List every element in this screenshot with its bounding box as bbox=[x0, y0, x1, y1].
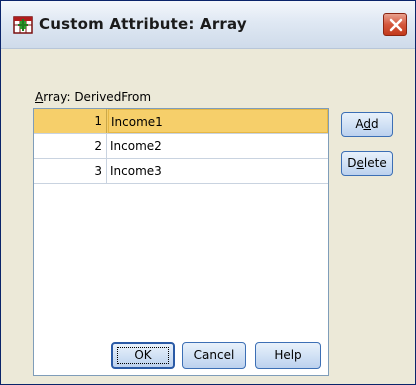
title-bar[interactable]: Custom Attribute: Array bbox=[1, 1, 415, 49]
ok-button[interactable]: OK bbox=[111, 342, 175, 369]
array-label-text: rray: DerivedFrom bbox=[43, 90, 152, 104]
spss-dialog-icon bbox=[13, 15, 33, 35]
list-row-2[interactable]: 2 Income2 bbox=[34, 134, 328, 159]
close-icon bbox=[389, 18, 403, 32]
window-title: Custom Attribute: Array bbox=[39, 15, 247, 33]
list-row-1[interactable]: 1 Income1 bbox=[34, 109, 328, 134]
focus-rectangle bbox=[117, 347, 169, 364]
delete-button[interactable]: Delete bbox=[341, 151, 393, 176]
row-value[interactable]: Income2 bbox=[108, 134, 328, 158]
array-listbox[interactable]: 1 Income1 2 Income2 3 Income3 bbox=[33, 108, 329, 376]
cancel-label: Cancel bbox=[193, 348, 235, 362]
dialog-body: Array: DerivedFrom 1 Income1 2 Income2 3… bbox=[1, 50, 415, 384]
row-index: 3 bbox=[34, 159, 107, 183]
close-button[interactable] bbox=[383, 13, 407, 36]
row-value-input[interactable]: Income1 bbox=[108, 109, 328, 133]
array-label: Array: DerivedFrom bbox=[35, 90, 151, 104]
row-index: 1 bbox=[34, 109, 107, 133]
array-label-accelerator: A bbox=[35, 90, 44, 104]
cancel-button[interactable]: Cancel bbox=[182, 342, 246, 369]
help-label: Help bbox=[274, 348, 302, 362]
list-row-3[interactable]: 3 Income3 bbox=[34, 159, 328, 184]
dialog-window: Custom Attribute: Array Array: DerivedFr… bbox=[0, 0, 416, 385]
add-button[interactable]: Add bbox=[341, 112, 393, 137]
help-button[interactable]: Help bbox=[255, 342, 321, 369]
row-index: 2 bbox=[34, 134, 107, 158]
row-value[interactable]: Income3 bbox=[108, 159, 328, 183]
